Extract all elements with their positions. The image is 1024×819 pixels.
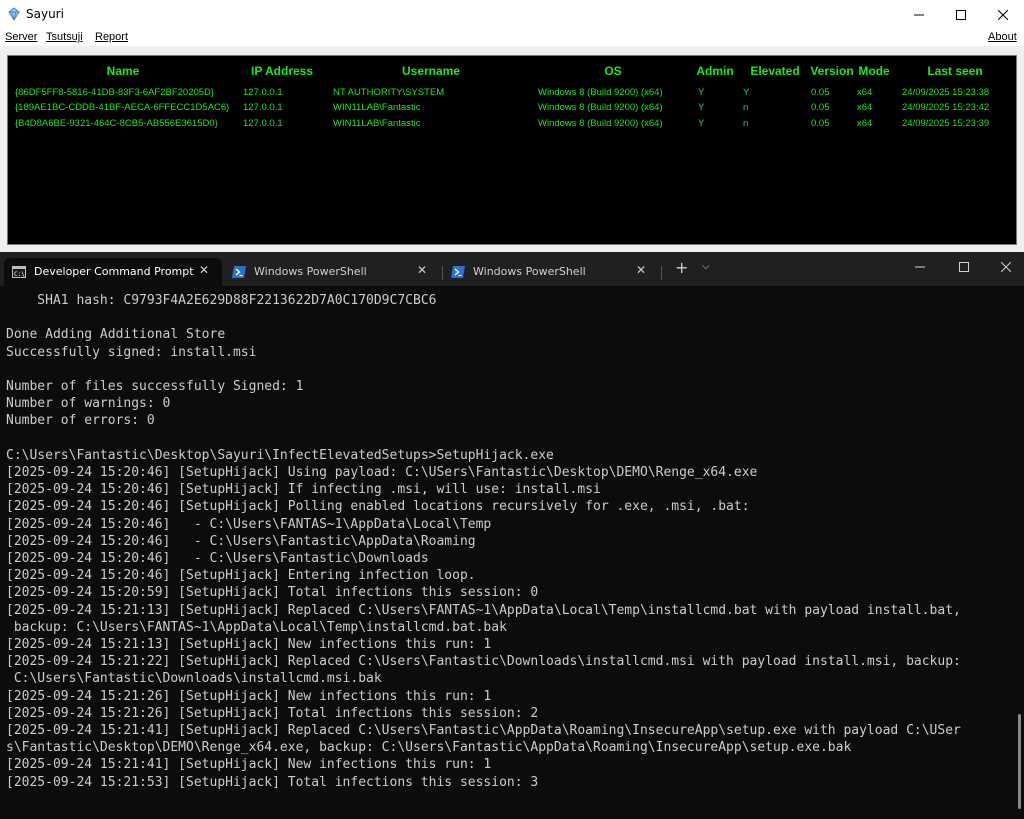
clients-list[interactable]: Name IP Address Username OS Admin Elevat… <box>7 55 1017 245</box>
window-title: Sayuri <box>26 7 64 21</box>
terminal-output[interactable]: SHA1 hash: C9793F4A2E629D88F2213622D7A0C… <box>6 292 1018 812</box>
row-os: Windows 8 (Build 9200) (x64) <box>538 118 663 129</box>
row-ip: 127.0.0.1 <box>243 118 283 129</box>
row-mode: x64 <box>857 118 873 129</box>
row-ip: 127.0.0.1 <box>243 102 283 113</box>
row-username: WIN11LAB\Fantastic <box>333 102 421 113</box>
column-header-ip[interactable]: IP Address <box>240 64 324 78</box>
menu-tsutsuji[interactable]: Tsutsuji <box>46 31 83 43</box>
row-os: Windows 8 (Build 9200) (x64) <box>538 87 663 98</box>
row-mode: x64 <box>857 87 873 98</box>
row-ip: 127.0.0.1 <box>243 87 283 98</box>
row-last-seen: 24/09/2025 15:23:39 <box>902 118 990 129</box>
scrollbar-thumb[interactable] <box>1018 714 1021 809</box>
menu-tsutsuji-label: Tsutsuji <box>46 31 83 43</box>
terminal-tab-bar: C:\ Developer Command Prompt ✕ Windows P… <box>0 252 1024 286</box>
close-icon[interactable]: ✕ <box>199 263 209 277</box>
row-elevated: n <box>743 102 749 113</box>
menu-server-label: Server <box>5 31 38 43</box>
svg-text:C:\: C:\ <box>14 271 25 278</box>
column-header-last-seen[interactable]: Last seen <box>915 64 995 78</box>
row-elevated: Y <box>743 87 750 98</box>
minimize-icon <box>915 266 925 268</box>
menu-about[interactable]: About <box>988 31 1017 43</box>
row-os: Windows 8 (Build 9200) (x64) <box>538 102 663 113</box>
tab-separator <box>661 266 662 280</box>
tab-label: Developer Command Prompt <box>34 265 194 278</box>
sayuri-window: Sayuri Server Tsutsuji Report About Name… <box>0 0 1024 252</box>
column-header-version[interactable]: Version <box>804 64 860 78</box>
powershell-icon <box>232 266 246 278</box>
row-admin: Y <box>698 87 705 98</box>
new-tab-plus-icon[interactable]: + <box>675 258 688 277</box>
column-header-username[interactable]: Username <box>386 64 476 78</box>
column-header-os[interactable]: OS <box>593 64 633 78</box>
row-name: {B4D8A6BE-9321-464C-8CB5-AB556E3615D0} <box>15 118 218 129</box>
chevron-down-icon[interactable]: ⌵ <box>702 261 710 272</box>
close-icon[interactable]: ✕ <box>636 263 646 277</box>
column-header-elevated[interactable]: Elevated <box>743 64 807 78</box>
close-icon[interactable]: ✕ <box>417 263 427 277</box>
row-name: {86DF5FF8-5816-41DB-83F3-6AF2BF20205D} <box>15 87 215 98</box>
close-icon <box>1001 262 1011 272</box>
tab-windows-powershell-2[interactable]: Windows PowerShell ✕ <box>443 258 659 286</box>
tab-developer-command-prompt[interactable]: C:\ Developer Command Prompt ✕ <box>4 258 222 286</box>
row-mode: x64 <box>857 102 873 113</box>
row-admin: Y <box>698 118 705 129</box>
terminal-minimize-button[interactable] <box>897 252 943 282</box>
tab-label: Windows PowerShell <box>254 265 367 278</box>
terminal-window: C:\ Developer Command Prompt ✕ Windows P… <box>0 252 1024 819</box>
maximize-icon <box>956 9 966 20</box>
column-header-admin[interactable]: Admin <box>692 64 738 78</box>
menu-report[interactable]: Report <box>95 31 128 43</box>
menu-about-label: About <box>988 31 1017 43</box>
row-last-seen: 24/09/2025 15:23:42 <box>902 102 990 113</box>
minimize-button[interactable] <box>896 0 942 29</box>
row-version: 0.05 <box>811 87 830 98</box>
terminal-maximize-button[interactable] <box>941 252 987 282</box>
row-version: 0.05 <box>811 118 830 129</box>
close-icon <box>998 9 1008 20</box>
cmd-icon: C:\ <box>12 266 26 278</box>
column-header-mode[interactable]: Mode <box>854 64 894 78</box>
terminal-close-button[interactable] <box>983 252 1024 282</box>
close-button[interactable] <box>980 0 1024 29</box>
row-version: 0.05 <box>811 102 830 113</box>
maximize-icon <box>959 262 969 272</box>
row-admin: Y <box>698 102 705 113</box>
tab-windows-powershell-1[interactable]: Windows PowerShell ✕ <box>224 258 440 286</box>
menu-server[interactable]: Server <box>5 31 37 43</box>
row-username: NT AUTHORITY\SYSTEM <box>333 87 445 98</box>
sayuri-title-bar[interactable]: Sayuri <box>0 0 1024 29</box>
tab-label: Windows PowerShell <box>473 265 586 278</box>
menu-bar: Server Tsutsuji Report About <box>0 29 1024 46</box>
minimize-icon <box>914 14 924 15</box>
row-elevated: n <box>743 118 749 129</box>
row-name: {189AE1BC-CDDB-41BF-AECA-6FFECC1D5AC6} <box>15 102 230 113</box>
column-header-name[interactable]: Name <box>88 64 158 78</box>
menu-report-label: Report <box>95 31 129 43</box>
gem-icon <box>8 7 20 21</box>
powershell-icon <box>451 266 465 278</box>
maximize-button[interactable] <box>938 0 984 29</box>
row-last-seen: 24/09/2025 15:23:38 <box>902 87 990 98</box>
row-username: WIN11LAB\Fantastic <box>333 118 421 129</box>
